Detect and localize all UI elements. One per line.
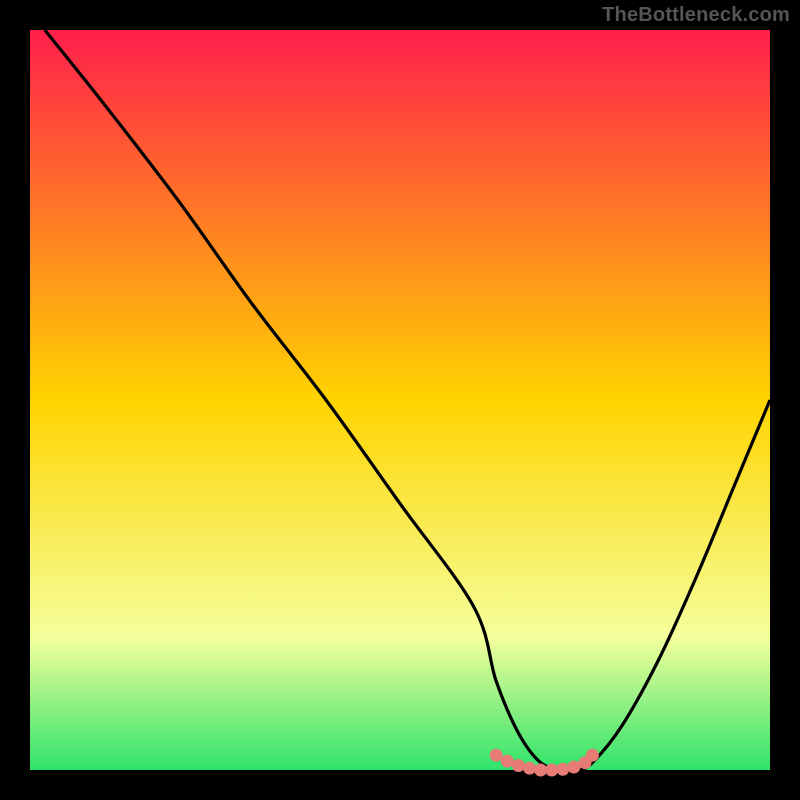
optimal-point-marker: [490, 749, 502, 761]
optimal-point-marker: [512, 760, 524, 772]
watermark-text: TheBottleneck.com: [602, 4, 790, 27]
bottleneck-curve-chart: [0, 0, 800, 800]
chart-stage: TheBottleneck.com: [0, 0, 800, 800]
optimal-point-marker: [546, 764, 558, 776]
optimal-point-marker: [501, 755, 513, 767]
optimal-point-marker: [586, 749, 598, 761]
optimal-point-marker: [568, 761, 580, 773]
optimal-point-marker: [557, 763, 569, 775]
optimal-point-marker: [524, 762, 536, 774]
optimal-point-marker: [535, 764, 547, 776]
